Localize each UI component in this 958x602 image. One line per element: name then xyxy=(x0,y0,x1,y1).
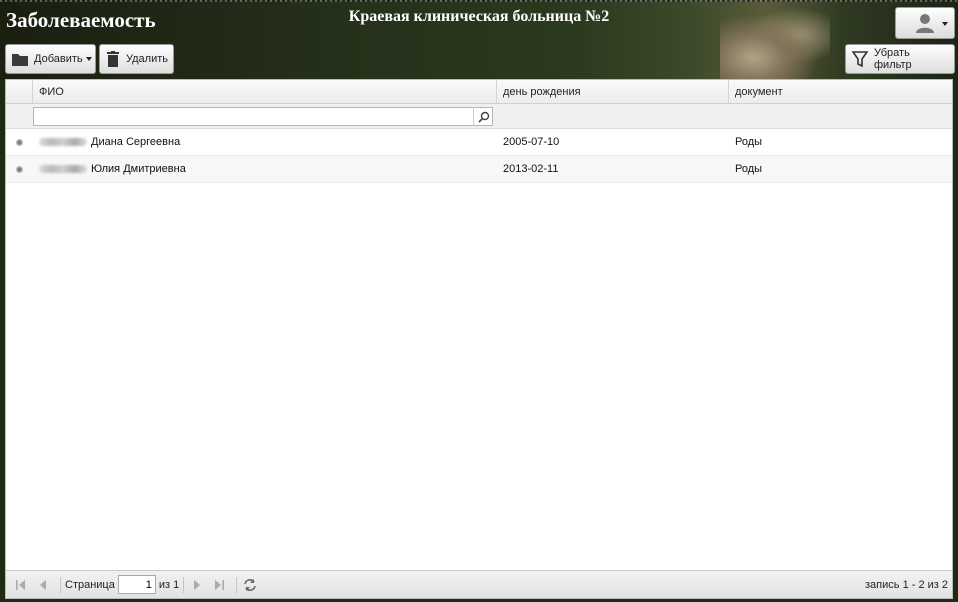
bullet-icon xyxy=(16,138,23,146)
document-cell: Роды xyxy=(735,136,763,148)
birthday-cell: 2013-02-11 xyxy=(503,163,559,175)
delete-button-label: Удалить xyxy=(126,53,168,65)
column-header-name[interactable]: ФИО xyxy=(33,80,497,103)
grid-header-spacer xyxy=(6,80,33,103)
refresh-icon xyxy=(244,578,257,591)
page-number-input[interactable] xyxy=(117,575,156,594)
trash-icon xyxy=(107,51,119,67)
data-grid: ФИО день рождения документ Диана Сергеев… xyxy=(5,79,953,599)
document-cell: Роды xyxy=(735,163,763,175)
bullet-icon xyxy=(16,165,23,173)
add-button-label: Добавить xyxy=(34,53,83,65)
chevron-down-icon xyxy=(85,57,92,61)
prev-page-button[interactable] xyxy=(34,576,52,594)
name-filter-input[interactable] xyxy=(33,107,493,126)
add-button[interactable]: Добавить xyxy=(5,44,96,74)
patient-name: Диана Сергеевна xyxy=(91,136,181,148)
record-count-info: запись 1 - 2 из 2 xyxy=(865,579,948,591)
birthday-cell: 2005-07-10 xyxy=(503,136,560,148)
column-header-document[interactable]: документ xyxy=(729,80,952,103)
filter-icon xyxy=(852,51,868,67)
folder-icon xyxy=(12,54,28,66)
last-page-button[interactable] xyxy=(210,576,228,594)
user-menu-button[interactable] xyxy=(895,7,955,39)
page-count-label: из 1 xyxy=(158,578,180,591)
prev-page-icon xyxy=(40,579,46,590)
table-row[interactable]: Диана Сергеевна 2005-07-10 Роды xyxy=(6,129,952,156)
redacted-surname xyxy=(39,138,87,146)
name-cell: Диана Сергеевна xyxy=(33,129,497,155)
next-page-button[interactable] xyxy=(188,576,206,594)
filter-search-button[interactable] xyxy=(473,107,493,126)
pager-separator xyxy=(236,576,238,593)
patient-name: Юлия Дмитриевна xyxy=(91,163,186,175)
first-page-button[interactable] xyxy=(12,576,30,594)
pagination-bar: Страница из 1 запись 1 - 2 из 2 xyxy=(6,570,952,598)
user-icon xyxy=(916,14,934,33)
pager-separator xyxy=(60,576,61,593)
row-bullet-cell xyxy=(6,156,33,182)
redacted-surname xyxy=(39,165,87,173)
search-icon xyxy=(477,111,489,123)
hospital-title: Краевая клиническая больница №2 xyxy=(348,8,610,25)
column-header-birthday[interactable]: день рождения xyxy=(497,80,729,103)
name-cell: Юлия Дмитриевна xyxy=(33,156,497,182)
clear-filter-label: Убрать фильтр xyxy=(874,47,912,71)
clear-filter-button[interactable]: Убрать фильтр xyxy=(845,44,955,74)
last-page-icon xyxy=(215,579,225,590)
pager-separator xyxy=(183,576,185,593)
delete-button[interactable]: Удалить xyxy=(99,44,174,74)
next-page-icon xyxy=(194,579,201,590)
first-page-icon xyxy=(16,579,25,590)
row-bullet-cell xyxy=(6,129,33,155)
app-header: Заболеваемость Краевая клиническая больн… xyxy=(0,0,958,80)
grid-header: ФИО день рождения документ xyxy=(6,80,952,104)
chevron-down-icon xyxy=(942,22,948,26)
filter-row xyxy=(6,104,952,129)
page-label: Страница xyxy=(65,578,115,591)
table-row[interactable]: Юлия Дмитриевна 2013-02-11 Роды xyxy=(6,156,952,183)
refresh-button[interactable] xyxy=(241,576,259,594)
